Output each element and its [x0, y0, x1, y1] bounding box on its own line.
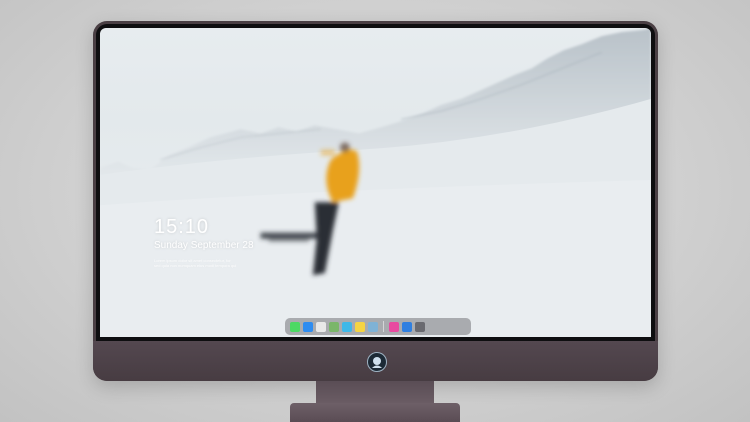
- clock-date: Sunday September 28: [154, 240, 254, 251]
- monitor-stand: [316, 381, 434, 403]
- messages-icon[interactable]: [290, 321, 300, 332]
- app-store-icon[interactable]: [402, 321, 412, 332]
- maps-icon[interactable]: [329, 321, 339, 332]
- finder-icon[interactable]: [303, 321, 313, 332]
- lock-screen-clock: 15:10 Sunday September 28 Lorem ipsum do…: [154, 216, 264, 268]
- camera-icon[interactable]: [415, 321, 425, 332]
- clock-time: 15:10: [154, 216, 210, 238]
- safari-icon[interactable]: [316, 321, 326, 332]
- lock-caption: Lorem ipsum dolor sit amet consectetur, …: [154, 258, 264, 268]
- monitor: 15:10 Sunday September 28 Lorem ipsum do…: [93, 21, 658, 381]
- notes-icon[interactable]: [355, 321, 365, 332]
- photos-icon[interactable]: [368, 321, 378, 332]
- screen-bezel: 15:10 Sunday September 28 Lorem ipsum do…: [96, 24, 655, 341]
- music-icon[interactable]: [389, 321, 399, 332]
- monitor-chin: [93, 341, 658, 381]
- files-icon[interactable]: [342, 321, 352, 332]
- logo-icon: [366, 352, 387, 372]
- screen: 15:10 Sunday September 28 Lorem ipsum do…: [100, 28, 651, 337]
- dock-separator: [383, 321, 384, 332]
- lock-caption-line: sed quia non numquam eius modi tempora q…: [154, 263, 237, 268]
- wallpaper: [100, 28, 651, 337]
- monitor-base: [290, 403, 460, 422]
- dock: [285, 318, 471, 335]
